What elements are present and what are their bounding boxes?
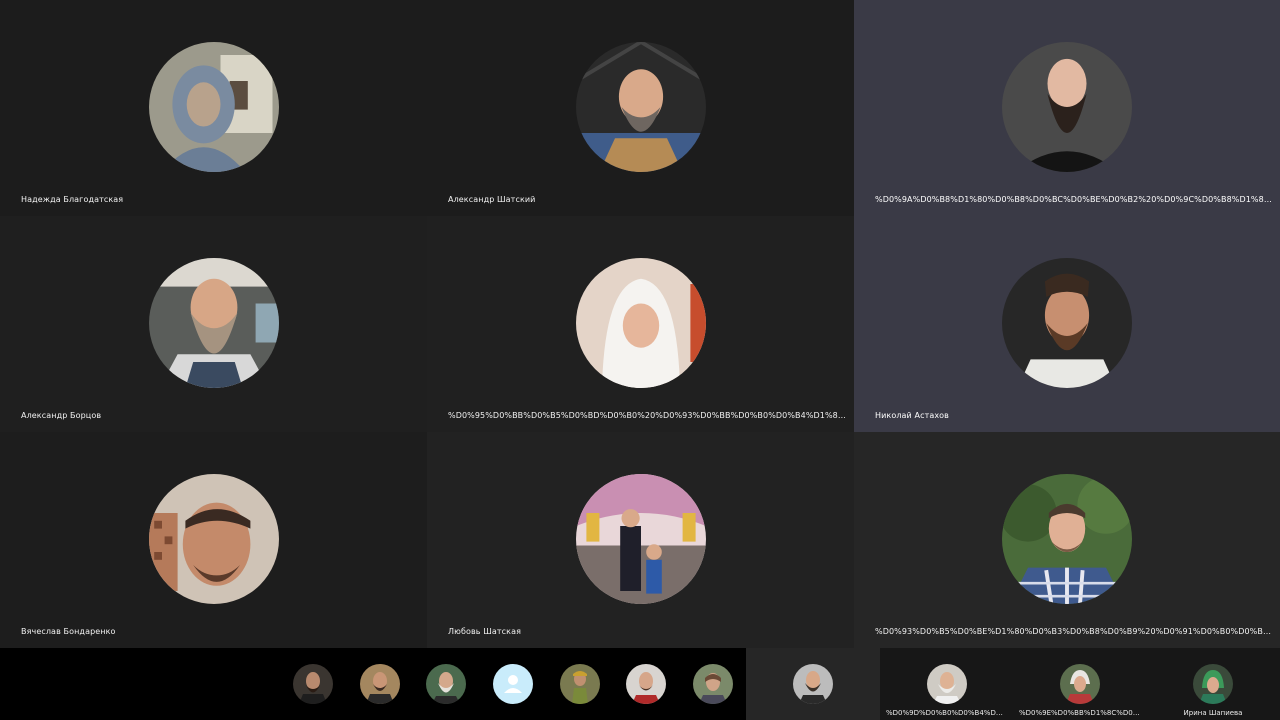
- strip-tile[interactable]: [746, 648, 880, 720]
- thumbnail-avatar-placeholder[interactable]: [493, 664, 533, 704]
- participant-avatar: [148, 42, 279, 172]
- strip-avatar: [1059, 664, 1100, 704]
- user-icon: [504, 675, 522, 693]
- thumbnail-row: [280, 648, 746, 720]
- participant-tile[interactable]: %D0%95%D0%BB%D0%B5%D0%BD%D0%B0%20%D0%93%…: [427, 216, 854, 432]
- participant-tile[interactable]: %D0%93%D0%B5%D0%BE%D1%80%D0%B3%D0%B8%D0%…: [854, 432, 1280, 648]
- thumbnail-avatar[interactable]: [693, 664, 733, 704]
- strip-avatar: [926, 664, 967, 704]
- participant-name: %D0%95%D0%BB%D0%B5%D0%BD%D0%B0%20%D0%93%…: [448, 411, 848, 420]
- video-grid: Надежда Благодатская Александр Шатский %…: [0, 0, 1280, 648]
- participant-tile[interactable]: Александр Борцов: [0, 216, 427, 432]
- strip-participant-name: %D0%9D%D0%B0%D0%B4%D1%83%D0%B8...: [886, 709, 1013, 717]
- participant-name: Вячеслав Бондаренко: [21, 627, 116, 636]
- participant-name: %D0%93%D0%B5%D0%BE%D1%80%D0%B3%D0%B8%D0%…: [875, 627, 1274, 636]
- strip-avatar: [1193, 664, 1233, 704]
- thumbnail-avatar[interactable]: [560, 664, 600, 704]
- participant-avatar: [1002, 474, 1132, 604]
- participant-avatar: [1002, 42, 1132, 172]
- participant-strip: %D0%9D%D0%B0%D0%B4%D1%83%D0%B8... %D0%9E…: [0, 648, 1280, 720]
- strip-tile[interactable]: %D0%9E%D0%BB%D1%8C%D0%B3%D0%B0...: [1013, 648, 1146, 720]
- strip-participant-name: %D0%9E%D0%BB%D1%8C%D0%B3%D0%B0...: [1019, 709, 1146, 717]
- participant-tile-active[interactable]: Николай Астахов: [854, 216, 1280, 432]
- participant-tile[interactable]: Вячеслав Бондаренко: [0, 432, 427, 648]
- participant-avatar: [575, 42, 706, 172]
- participant-name: Надежда Благодатская: [21, 195, 124, 204]
- participant-avatar: [575, 474, 706, 604]
- participant-name: %D0%9A%D0%B8%D1%80%D0%B8%D0%BC%D0%BE%D0%…: [875, 195, 1274, 204]
- strip-tile[interactable]: %D0%9D%D0%B0%D0%B4%D1%83%D0%B8...: [880, 648, 1013, 720]
- participant-name: Александр Борцов: [21, 411, 102, 420]
- participant-avatar: [575, 258, 706, 388]
- strip-tile[interactable]: Ирина Шапиева: [1146, 648, 1280, 720]
- participant-name: Любовь Шатская: [448, 627, 522, 636]
- participant-name: Николай Астахов: [875, 411, 949, 420]
- participant-tile[interactable]: Александр Шатский: [427, 0, 854, 216]
- strip-avatar: [793, 664, 833, 704]
- thumbnail-avatar[interactable]: [360, 664, 400, 704]
- participant-name: Александр Шатский: [448, 195, 536, 204]
- participant-tile[interactable]: Любовь Шатская: [427, 432, 854, 648]
- participant-avatar: [148, 258, 279, 388]
- participant-tile-active[interactable]: %D0%9A%D0%B8%D1%80%D0%B8%D0%BC%D0%BE%D0%…: [854, 0, 1280, 216]
- participant-avatar: [1002, 258, 1132, 388]
- strip-participant-name: Ирина Шапиева: [1183, 709, 1243, 717]
- participant-tile[interactable]: Надежда Благодатская: [0, 0, 427, 216]
- participant-avatar: [148, 474, 279, 604]
- thumbnail-avatar[interactable]: [626, 664, 666, 704]
- thumbnail-avatar[interactable]: [426, 664, 466, 704]
- thumbnail-avatar[interactable]: [293, 664, 333, 704]
